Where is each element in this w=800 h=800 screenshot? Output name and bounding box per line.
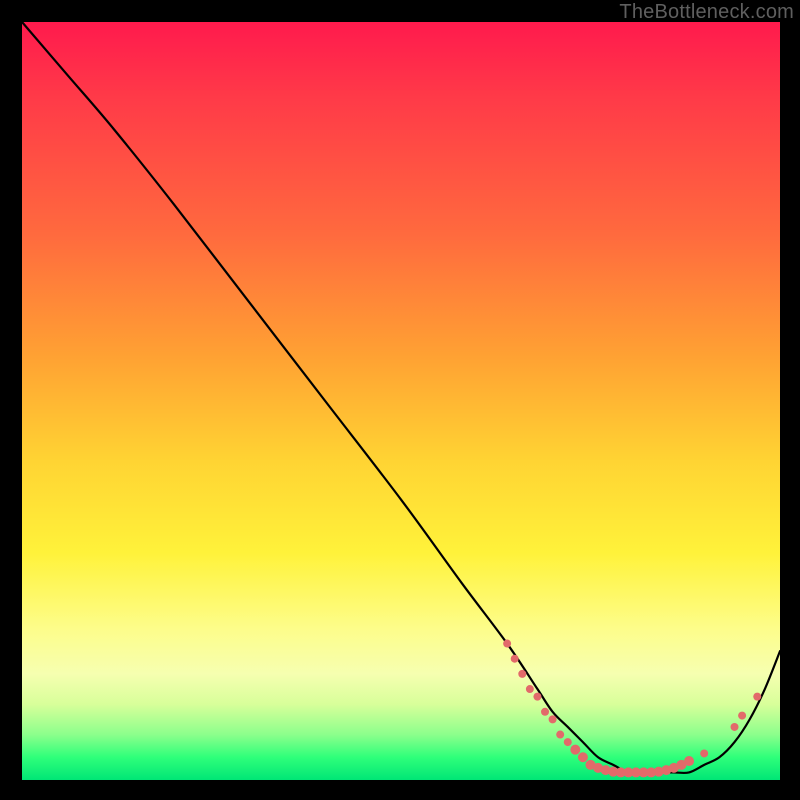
marker-dot (564, 738, 572, 746)
chart-stage: TheBottleneck.com (0, 0, 800, 800)
marker-dot (533, 693, 541, 701)
chart-svg (22, 22, 780, 780)
marker-dot (700, 749, 708, 757)
marker-dot (753, 693, 761, 701)
marker-dot (578, 752, 588, 762)
marker-dot (541, 708, 549, 716)
marker-dot (556, 731, 564, 739)
watermark-text: TheBottleneck.com (619, 1, 794, 24)
marker-dot (518, 670, 526, 678)
marker-dot (738, 712, 746, 720)
marker-dot (549, 715, 557, 723)
curve-line (22, 22, 780, 773)
chart-plot-area (22, 22, 780, 780)
marker-dot (503, 640, 511, 648)
curve-markers (503, 640, 761, 778)
marker-dot (511, 655, 519, 663)
marker-dot (684, 756, 694, 766)
marker-dot (731, 723, 739, 731)
marker-dot (526, 685, 534, 693)
marker-dot (570, 745, 580, 755)
